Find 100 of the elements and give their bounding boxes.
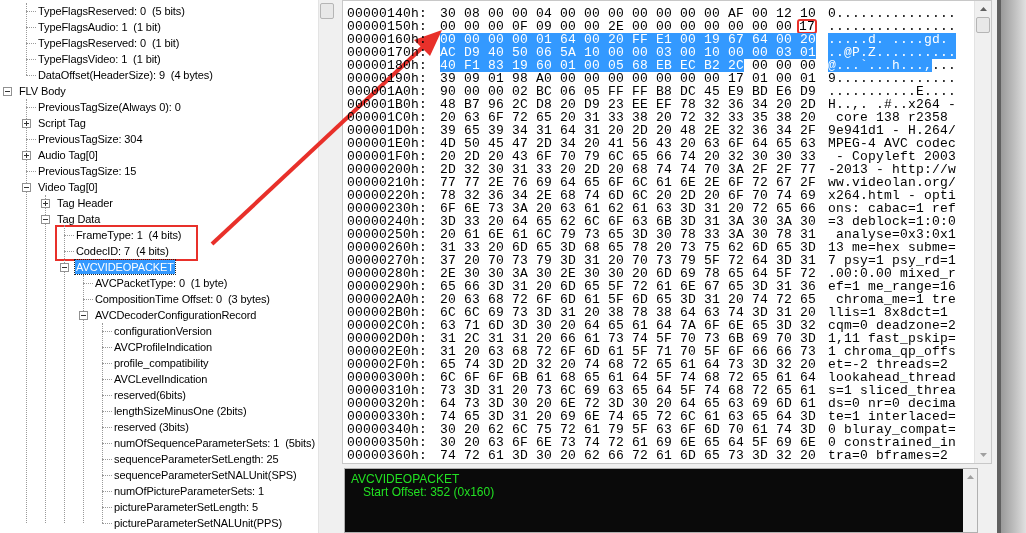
expand-toggle[interactable] — [2, 86, 12, 96]
tree-item[interactable]: Video Tag[0] — [37, 180, 99, 194]
hex-address: 000001C0h: — [347, 111, 428, 124]
tree-item[interactable]: Tag Header — [56, 196, 114, 210]
tree-item[interactable]: configurationVersion — [113, 324, 213, 338]
hex-bytes: 00 00 00 — [752, 59, 817, 72]
tree-item[interactable]: AVCDecoderConfigurationRecord — [94, 308, 258, 322]
expand-toggle[interactable] — [21, 182, 31, 192]
tree-item[interactable]: profile_compatibility — [113, 356, 210, 370]
hex-bytes: 90 00 00 02 BC 06 05 FF FF B8 DC 45 E9 BD E6 D9 — [440, 85, 817, 98]
hex-address: 00000220h: — [347, 189, 428, 202]
expand-toggle[interactable] — [78, 310, 88, 320]
hex-bytes: 78 32 36 34 2E 68 74 6D 6C 20 2D 20 6F 70 74 69 — [440, 189, 817, 202]
scrollbar-thumb[interactable] — [320, 3, 334, 19]
scrollbar[interactable] — [974, 1, 991, 463]
hex-bytes: 20 2D 20 43 6F 70 79 6C 65 66 74 20 32 30 30 33 — [440, 150, 817, 163]
selected-ascii-text: ..@P.Z.......... — [828, 46, 957, 59]
ascii-text: chroma_me=1 tre — [835, 293, 957, 306]
hex-bytes: 64 73 3D 30 20 6E 72 3D 30 20 64 65 63 69 6D 61 — [440, 397, 817, 410]
hex-address: 000002F0h: — [347, 358, 428, 371]
ascii-text: 1 chroma_qp_offs — [828, 345, 957, 358]
hex-address: 00000280h: — [347, 267, 428, 280]
tree-item[interactable]: TypeFlagsVideo: 1 (1 bit) — [37, 52, 162, 66]
hex-address: 000002C0h: — [347, 319, 428, 332]
tree-item[interactable]: AVCLevelIndication — [113, 372, 209, 386]
hex-address: 000001F0h: — [347, 150, 428, 163]
tree-item[interactable]: Audio Tag[0] — [37, 148, 99, 162]
hex-address: 00000330h: — [347, 410, 428, 423]
ascii-text: s=1 sliced_threa — [828, 384, 957, 397]
ascii-text: tra=0 bframes=2 — [828, 449, 950, 462]
ascii-text: ons: cabac=1 ref — [828, 202, 957, 215]
hex-address: 00000140h: — [347, 7, 428, 20]
hex-address: 00000340h: — [347, 423, 428, 436]
tree-item[interactable]: pictureParameterSetLength: 5 — [113, 500, 259, 514]
tree-item[interactable]: PreviousTagSize: 304 — [37, 132, 144, 146]
hex-bytes: 6C 6C 69 73 3D 31 20 38 78 38 64 63 74 3D 31 20 — [440, 306, 817, 319]
tree-item[interactable]: PreviousTagSize: 15 — [37, 164, 138, 178]
ascii-text: te=1 interlaced= — [828, 410, 957, 423]
tree-item[interactable]: reserved(6bits) — [113, 388, 187, 402]
tree-item[interactable]: sequenceParameterSetNALUnit(SPS) — [113, 468, 298, 482]
tree-item[interactable]: FLV Body — [18, 84, 67, 98]
ascii-text: =3 deblock=1:0:0 — [828, 215, 957, 228]
ascii-text: llis=1 8x8dct=1 — [828, 306, 950, 319]
hex-address: 00000310h: — [347, 384, 428, 397]
tree-item[interactable]: lengthSizeMinusOne (2bits) — [113, 404, 248, 418]
ascii-text: x264.html - opti — [828, 189, 957, 202]
tree-item[interactable]: TypeFlagsAudio: 1 (1 bit) — [37, 20, 162, 34]
tree-item[interactable]: Script Tag — [37, 116, 87, 130]
tree-item[interactable]: FrameType: 1 (4 bits) — [75, 228, 183, 242]
expand-toggle[interactable] — [40, 198, 50, 208]
selected-hex-bytes: 00 00 00 00 01 64 00 20 FF E1 00 19 67 64 00 20 — [440, 33, 817, 46]
tree-item[interactable]: reserved (3bits) — [113, 420, 190, 434]
hex-address: 00000320h: — [347, 397, 428, 410]
tree-item[interactable]: pictureParameterSetNALUnit(PPS) — [113, 516, 284, 530]
ascii-text: MPEG-4 AVC codec — [828, 137, 957, 150]
ascii-text: ................ — [828, 20, 957, 33]
hex-bytes: 20 63 68 72 6F 6D 61 5F 6D 65 3D 31 20 74 72 65 — [440, 293, 817, 306]
ascii-text: 9e941d1 - H.264/ — [828, 124, 957, 137]
marked-hex-byte: 17 — [798, 20, 817, 33]
ascii-text: ...........E.... — [828, 85, 957, 98]
tree-item[interactable]: numOfPictureParameterSets: 1 — [113, 484, 266, 498]
hex-bytes: 2D 32 30 31 33 20 2D 20 68 74 74 70 3A 2F 2F 77 — [440, 163, 817, 176]
tree-item[interactable]: AVCProfileIndication — [113, 340, 214, 354]
hex-address: 00000300h: — [347, 371, 428, 384]
hex-address: 00000290h: — [347, 280, 428, 293]
hex-address: 000002B0h: — [347, 306, 428, 319]
scrollbar[interactable] — [318, 0, 335, 533]
hex-bytes: 31 33 20 6D 65 3D 68 65 78 20 73 75 62 6D 65 3D — [440, 241, 817, 254]
ascii-text: cqm=0 deadzone=2 — [828, 319, 957, 332]
tree-item[interactable]: PreviousTagSize(Always 0): 0 — [37, 100, 182, 114]
ascii-text: 0............... — [828, 7, 957, 20]
expand-toggle[interactable] — [40, 214, 50, 224]
ascii-text: ww.videolan.org/ — [828, 176, 957, 189]
expand-toggle[interactable] — [59, 262, 69, 272]
hex-bytes: 30 20 62 6C 75 72 61 79 5F 63 6F 6D 70 61 74 3D — [440, 423, 817, 436]
tree-item[interactable]: numOfSequenceParameterSets: 1 (5bits) — [113, 436, 317, 450]
tree-item[interactable]: CompositionTime Offset: 0 (3 bytes) — [94, 292, 271, 306]
expand-toggle[interactable] — [21, 150, 31, 160]
tree-item[interactable]: CodecID: 7 (4 bits) — [75, 244, 170, 258]
expand-toggle[interactable] — [21, 118, 31, 128]
tree-item[interactable]: sequenceParameterSetLength: 25 — [113, 452, 280, 466]
hex-bytes: 4D 50 45 47 2D 34 20 41 56 43 20 63 6F 64 65 63 — [440, 137, 817, 150]
selected-ascii-text: .....d. ....gd. — [828, 33, 957, 46]
hex-bytes: 73 3D 31 20 73 6C 69 63 65 64 5F 74 68 72 65 61 — [440, 384, 817, 397]
selected-hex-bytes: 40 F1 83 19 60 01 00 05 68 EB EC B2 2C — [440, 59, 745, 72]
hex-bytes: 30 08 00 00 04 00 00 00 00 00 00 00 AF 00 12 10 — [440, 7, 817, 20]
tree-item[interactable]: AVCPacketType: 0 (1 byte) — [94, 276, 229, 290]
tree-item[interactable]: TypeFlagsReserved: 0 (5 bits) — [37, 4, 186, 18]
hex-bytes: 48 B7 96 2C D8 20 D9 23 EE EF 78 32 36 34 20 2D — [440, 98, 817, 111]
hex-bytes: 37 20 70 73 79 3D 31 20 70 73 79 5F 72 64 3D 31 — [440, 254, 817, 267]
hex-address: 00000270h: — [347, 254, 428, 267]
hex-bytes: 31 2C 31 31 20 66 61 73 74 5F 70 73 6B 69 70 3D — [440, 332, 817, 345]
tree-item[interactable]: Tag Data — [56, 212, 102, 226]
hex-address: 00000350h: — [347, 436, 428, 449]
scroll-up-icon[interactable] — [979, 7, 987, 11]
hex-bytes: 74 65 3D 31 20 69 6E 74 65 72 6C 61 63 65 64 3D — [440, 410, 817, 423]
tree-item[interactable]: DataOffset(HeaderSize): 9 (4 bytes) — [37, 68, 214, 82]
hex-address: 00000160h: — [347, 33, 428, 46]
tree-item[interactable]: TypeFlagsReserved: 0 (1 bit) — [37, 36, 181, 50]
scrollbar-thumb[interactable] — [976, 17, 990, 33]
